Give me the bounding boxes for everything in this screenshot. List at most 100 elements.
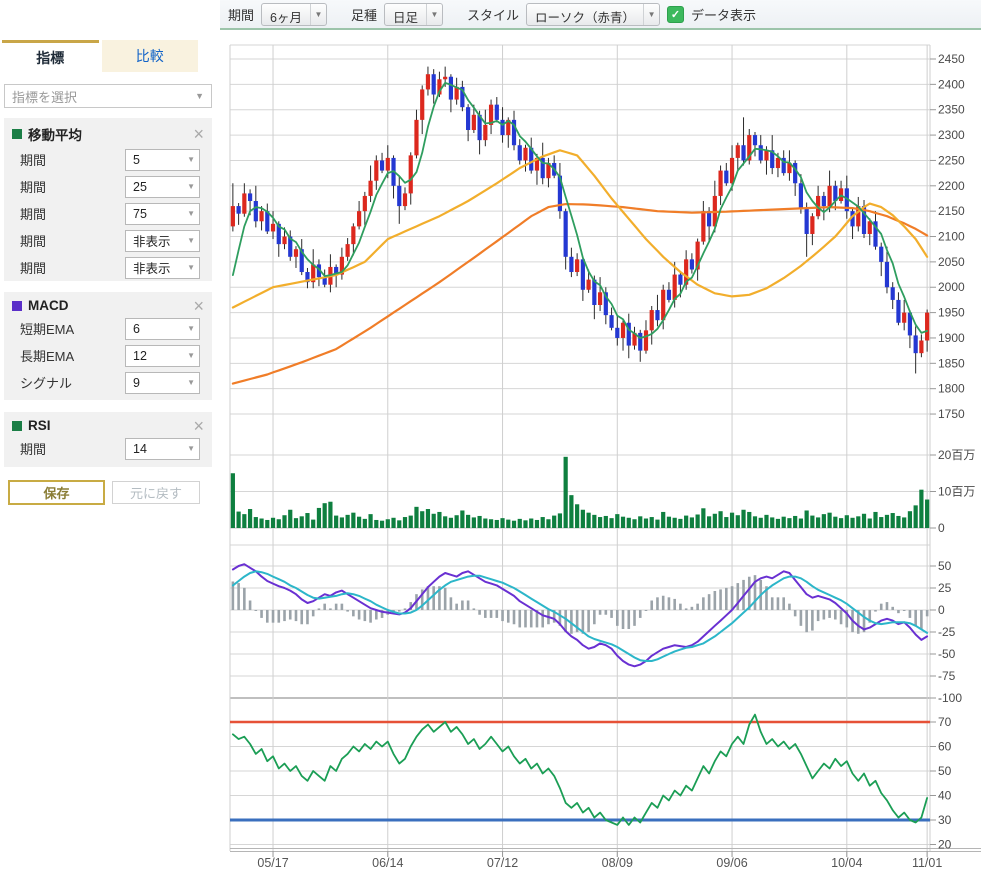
- row-label: 期間: [20, 204, 46, 223]
- chart-svg[interactable]: 2450240023502300225022002150210020502000…: [220, 30, 981, 877]
- section-rsi: RSI × 期間 14▼: [4, 412, 212, 467]
- ma-period-4-select[interactable]: 非表示▼: [125, 230, 200, 252]
- chevron-down-icon: ▼: [187, 155, 195, 164]
- svg-text:2350: 2350: [938, 103, 965, 117]
- svg-text:-50: -50: [938, 647, 956, 661]
- svg-text:40: 40: [938, 789, 952, 803]
- indicator-swatch: [12, 129, 22, 139]
- row-label: 短期EMA: [20, 319, 74, 338]
- candles-layer: [231, 67, 929, 374]
- svg-text:2300: 2300: [938, 128, 965, 142]
- ma-period-2-select[interactable]: 25▼: [125, 176, 200, 198]
- row-label: 期間: [20, 231, 46, 250]
- chart-toolbar: 期間 6ヶ月 ▼ 足種 日足 ▼ スタイル ローソク（赤青） ▼ ✓ データ表示: [220, 0, 981, 30]
- svg-text:-100: -100: [938, 691, 962, 705]
- grid-layer: [230, 45, 981, 857]
- svg-text:06/14: 06/14: [372, 856, 403, 870]
- x-axis-labels: 05/17 06/14 07/12 08/09 09/06 10/04 11/01: [257, 851, 942, 870]
- style-label: スタイル: [467, 5, 519, 24]
- chevron-down-icon: ▼: [643, 4, 659, 25]
- rsi-period-select[interactable]: 14▼: [125, 438, 200, 460]
- axis-labels: 2450240023502300225022002150210020502000…: [930, 52, 975, 852]
- rsi-layer: [230, 715, 930, 825]
- sidebar-tabs: 指標 比較: [2, 40, 198, 72]
- svg-text:1800: 1800: [938, 382, 965, 396]
- row-label: 期間: [20, 177, 46, 196]
- svg-text:1850: 1850: [938, 356, 965, 370]
- svg-text:2450: 2450: [938, 52, 965, 66]
- ma-period-3-select[interactable]: 75▼: [125, 203, 200, 225]
- section-moving-average: 移動平均 × 期間 5▼ 期間 25▼ 期間 75▼ 期間 非表示▼ 期間 非表…: [4, 118, 212, 281]
- style-select[interactable]: ローソク（赤青） ▼: [526, 3, 660, 26]
- close-icon[interactable]: ×: [193, 127, 204, 141]
- row-label: 期間: [20, 150, 46, 169]
- chevron-down-icon: ▼: [195, 91, 204, 101]
- svg-text:08/09: 08/09: [602, 856, 633, 870]
- svg-text:-25: -25: [938, 625, 956, 639]
- tab-indicators[interactable]: 指標: [2, 40, 99, 72]
- chevron-down-icon: ▼: [187, 263, 195, 272]
- save-button[interactable]: 保存: [8, 480, 105, 505]
- volume-bars: [231, 457, 929, 528]
- period-label: 期間: [228, 5, 254, 24]
- row-label: 期間: [20, 439, 46, 458]
- data-display-label: データ表示: [691, 5, 756, 24]
- macd-long-ema-select[interactable]: 12▼: [125, 345, 200, 367]
- svg-text:07/12: 07/12: [487, 856, 518, 870]
- svg-text:0: 0: [938, 603, 945, 617]
- svg-text:25: 25: [938, 581, 952, 595]
- row-label: シグナル: [20, 373, 72, 392]
- row-label: 長期EMA: [20, 346, 74, 365]
- tab-compare[interactable]: 比較: [102, 40, 199, 72]
- chevron-down-icon: ▼: [187, 236, 195, 245]
- ma-period-1-select[interactable]: 5▼: [125, 149, 200, 171]
- row-label: 期間: [20, 258, 46, 277]
- svg-text:70: 70: [938, 715, 952, 729]
- chevron-down-icon: ▼: [426, 4, 442, 25]
- period-select[interactable]: 6ヶ月 ▼: [261, 3, 327, 26]
- chart-area[interactable]: 2450240023502300225022002150210020502000…: [220, 30, 981, 877]
- macd-short-ema-select[interactable]: 6▼: [125, 318, 200, 340]
- svg-text:1950: 1950: [938, 306, 965, 320]
- data-display-checkbox[interactable]: ✓: [667, 6, 684, 23]
- svg-text:20: 20: [938, 838, 952, 852]
- indicator-select[interactable]: 指標を選択 ▼: [4, 84, 212, 108]
- svg-text:60: 60: [938, 740, 952, 754]
- svg-text:2100: 2100: [938, 230, 965, 244]
- svg-text:1750: 1750: [938, 407, 965, 421]
- close-icon[interactable]: ×: [193, 299, 204, 313]
- close-icon[interactable]: ×: [193, 419, 204, 433]
- svg-text:2000: 2000: [938, 280, 965, 294]
- svg-text:10/04: 10/04: [831, 856, 862, 870]
- svg-text:11/01: 11/01: [912, 856, 942, 870]
- svg-text:-75: -75: [938, 669, 956, 683]
- indicator-swatch: [12, 301, 22, 311]
- svg-text:2250: 2250: [938, 153, 965, 167]
- chevron-down-icon: ▼: [187, 182, 195, 191]
- svg-text:20百万: 20百万: [938, 448, 975, 462]
- chevron-down-icon: ▼: [187, 444, 195, 453]
- svg-text:50: 50: [938, 559, 952, 573]
- section-macd: MACD × 短期EMA 6▼ 長期EMA 12▼ シグナル 9▼: [4, 292, 212, 400]
- chevron-down-icon: ▼: [187, 378, 195, 387]
- macd-layer: [232, 564, 929, 666]
- ma-period-5-select[interactable]: 非表示▼: [125, 257, 200, 279]
- svg-text:30: 30: [938, 813, 952, 827]
- section-title: 移動平均: [28, 124, 193, 144]
- indicator-sidebar: 指標 比較 指標を選択 ▼ 移動平均 × 期間 5▼ 期間 25▼ 期間 75▼…: [0, 0, 220, 877]
- reset-button[interactable]: 元に戻す: [112, 481, 200, 504]
- indicator-swatch: [12, 421, 22, 431]
- svg-text:05/17: 05/17: [257, 856, 288, 870]
- bar-type-label: 足種: [351, 5, 377, 24]
- svg-text:2050: 2050: [938, 255, 965, 269]
- macd-signal-select[interactable]: 9▼: [125, 372, 200, 394]
- bar-type-select[interactable]: 日足 ▼: [384, 3, 443, 26]
- ma-lines: [233, 83, 927, 384]
- chevron-down-icon: ▼: [187, 324, 195, 333]
- svg-text:50: 50: [938, 764, 952, 778]
- section-title: MACD: [28, 298, 193, 313]
- svg-text:1900: 1900: [938, 331, 965, 345]
- chevron-down-icon: ▼: [187, 209, 195, 218]
- chevron-down-icon: ▼: [187, 351, 195, 360]
- svg-text:09/06: 09/06: [716, 856, 747, 870]
